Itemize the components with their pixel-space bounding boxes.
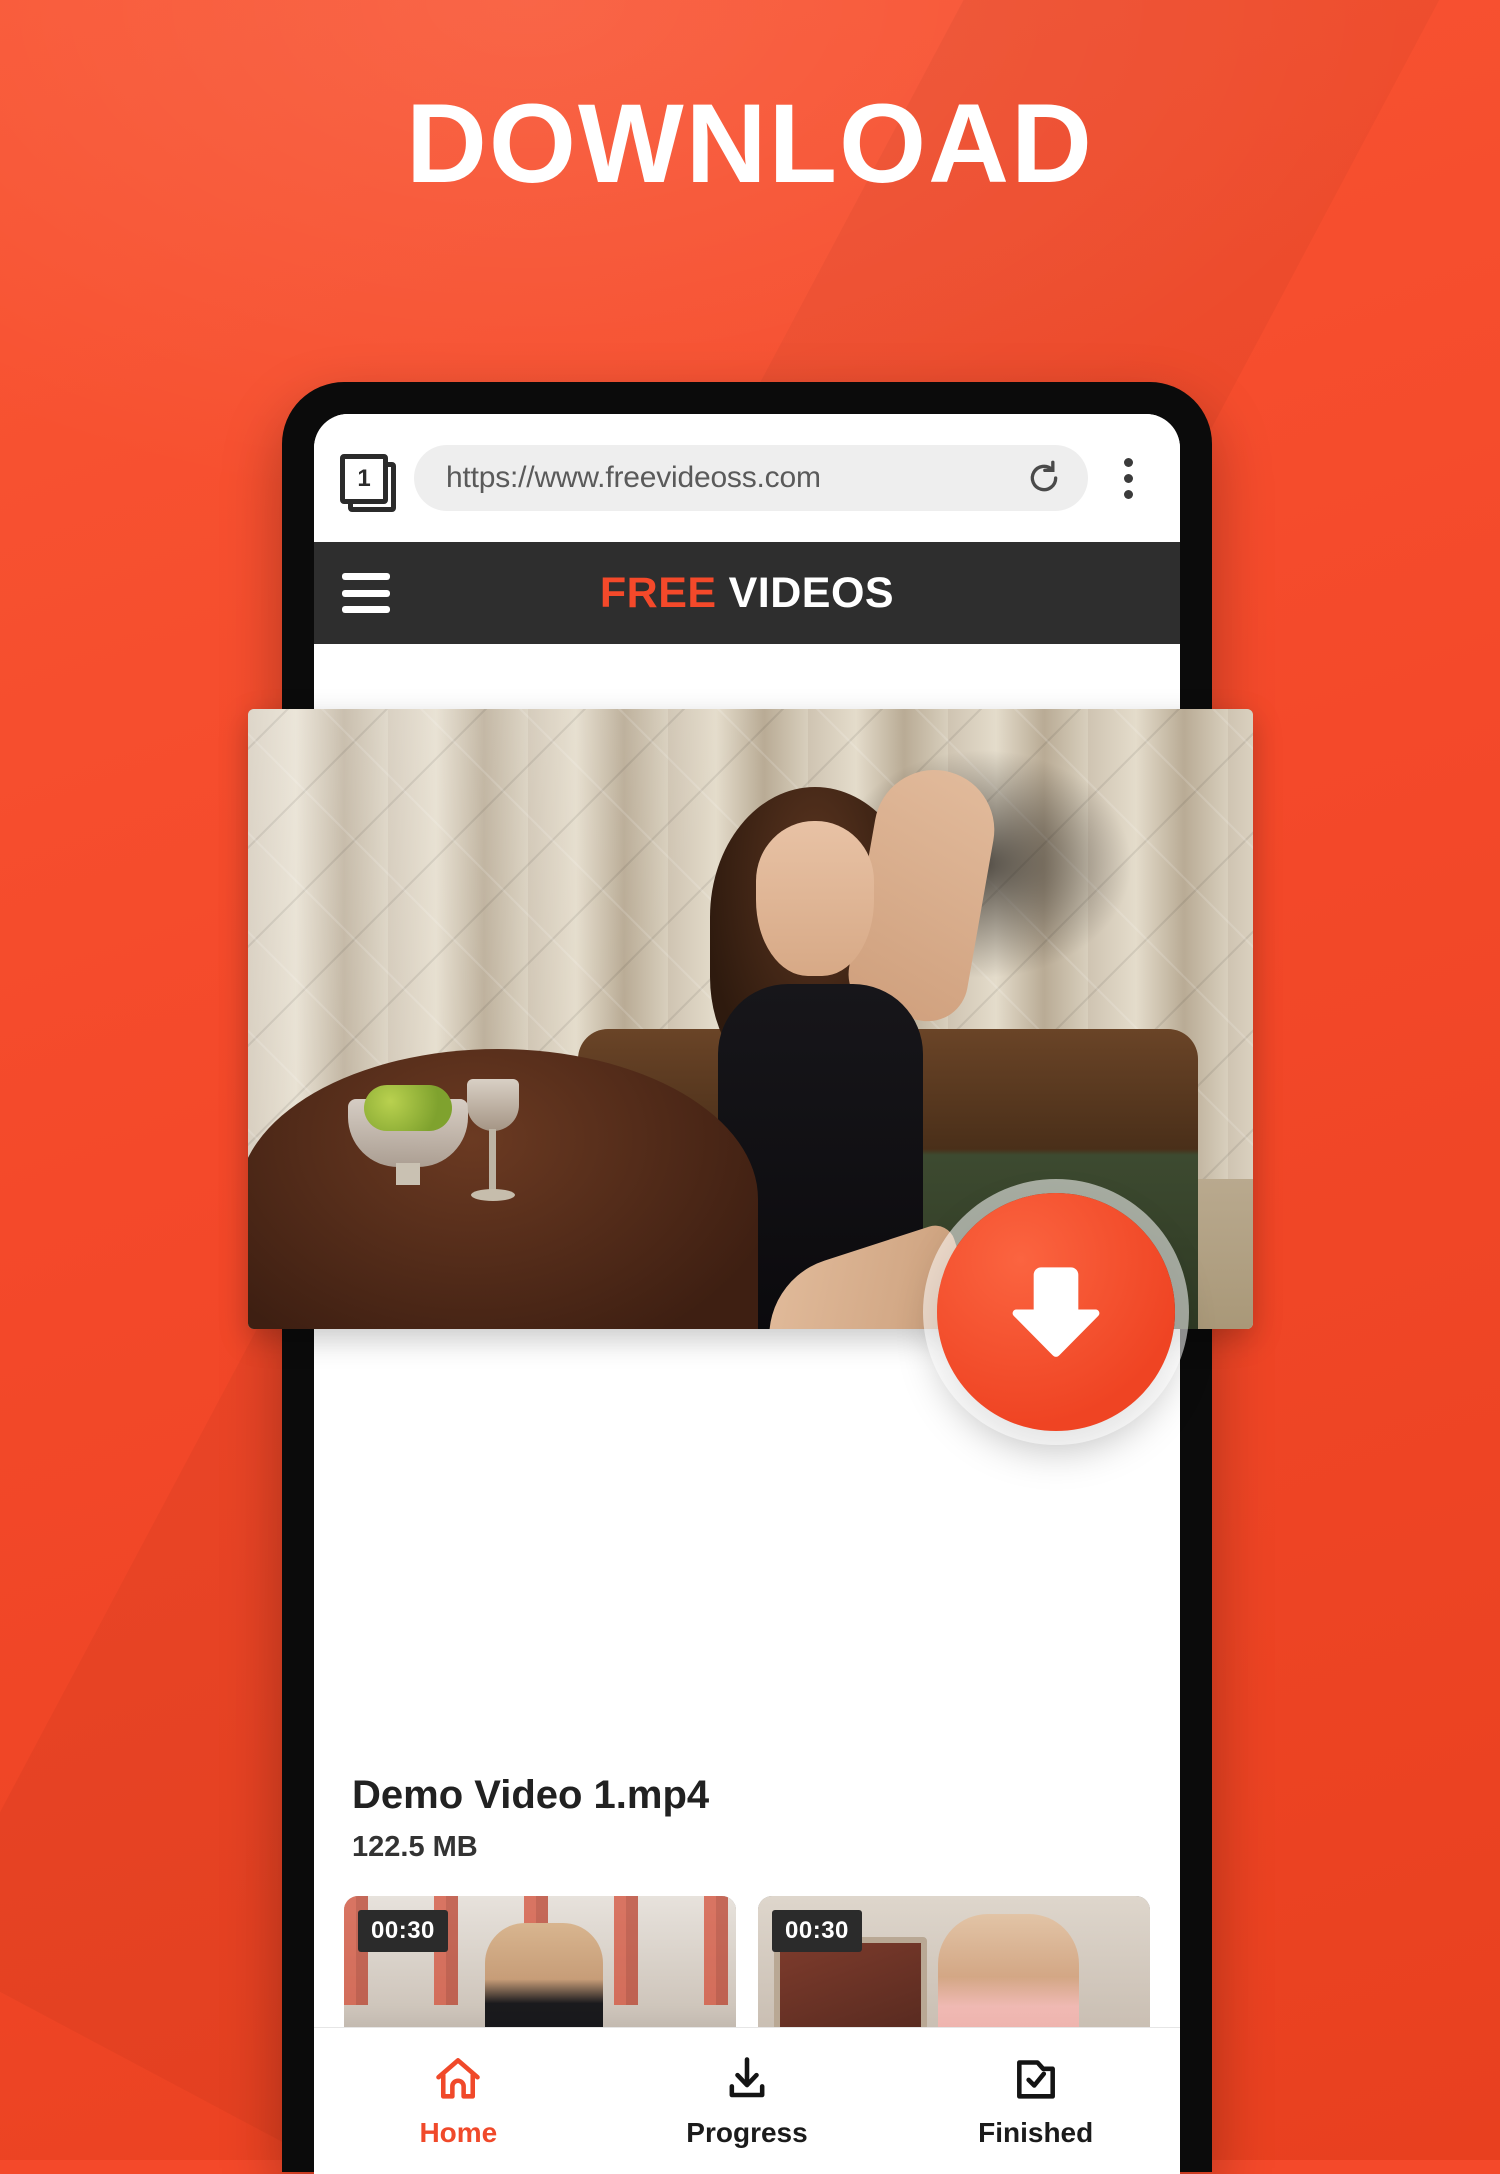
bottom-navigation: Home Progress Finished [314, 2027, 1180, 2174]
nav-item-finished[interactable]: Finished [891, 2053, 1180, 2149]
featured-video-info: Demo Video 1.mp4 122.5 MB [314, 1743, 1180, 1874]
hero-bowl-stem [396, 1163, 420, 1185]
download-fab[interactable] [937, 1193, 1175, 1431]
hero-fruit-bowl [348, 1079, 468, 1189]
kebab-dot [1123, 457, 1133, 467]
kebab-menu-icon[interactable] [1102, 448, 1154, 508]
nav-item-home[interactable]: Home [314, 2053, 603, 2149]
kebab-dot [1123, 473, 1133, 483]
hamburger-line [342, 573, 390, 580]
app-brand-title: FREE VIDEOS [314, 542, 1180, 644]
brand-word-videos: VIDEOS [728, 568, 895, 617]
tab-count-label: 1 [340, 454, 388, 504]
duration-badge: 00:30 [772, 1910, 862, 1952]
download-tray-icon [721, 2053, 773, 2105]
download-arrow-icon [994, 1250, 1118, 1374]
app-header-bar: FREE VIDEOS [314, 542, 1180, 644]
hero-goblet-base [471, 1189, 515, 1201]
nav-label-home: Home [419, 2117, 498, 2148]
brand-word-free: FREE [599, 568, 717, 617]
folder-check-icon [1010, 2053, 1062, 2105]
hero-subject-face [756, 821, 874, 976]
nav-label-finished: Finished [978, 2117, 1094, 2148]
featured-video-size: 122.5 MB [352, 1831, 478, 1863]
hero-goblet-stem [489, 1129, 496, 1191]
url-text: https://www.freevideoss.com [446, 461, 821, 494]
reload-icon[interactable] [1024, 458, 1064, 498]
hamburger-icon[interactable] [342, 573, 390, 613]
hero-goblet [463, 1079, 523, 1209]
home-icon [432, 2053, 484, 2105]
nav-label-progress: Progress [686, 2117, 808, 2148]
featured-video-title: Demo Video 1.mp4 [352, 1773, 710, 1817]
hamburger-line [342, 589, 390, 597]
duration-badge: 00:30 [358, 1910, 448, 1952]
hamburger-line [342, 606, 390, 613]
hero-goblet-cup [467, 1079, 519, 1131]
promo-headline: DOWNLOAD [406, 81, 1094, 206]
tab-switcher-icon[interactable]: 1 [340, 452, 396, 512]
nav-item-progress[interactable]: Progress [603, 2053, 892, 2149]
browser-toolbar: 1 https://www.freevideoss.com [314, 414, 1180, 542]
url-bar[interactable]: https://www.freevideoss.com [414, 445, 1088, 511]
kebab-dot [1123, 489, 1133, 499]
hero-bowl-fruit [364, 1085, 452, 1131]
